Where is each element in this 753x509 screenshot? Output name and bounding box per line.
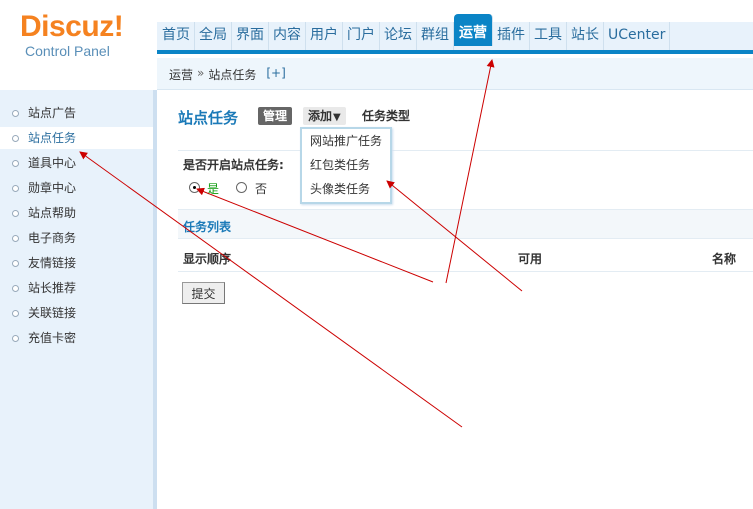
- sidebar-item-label: 站点任务: [28, 131, 77, 145]
- nav-tools[interactable]: 工具: [530, 22, 567, 50]
- breadcrumb-section[interactable]: 运营: [169, 66, 193, 83]
- nav-operation[interactable]: 运营: [454, 14, 493, 46]
- sidebar-item-label: 友情链接: [28, 256, 77, 270]
- task-list-header: 任务列表: [178, 209, 753, 239]
- sidebar-item-label: 道具中心: [28, 156, 77, 170]
- nav-portal[interactable]: 门户: [343, 22, 380, 50]
- page-title: 站点任务: [178, 109, 239, 127]
- tab-manage[interactable]: 管理: [258, 107, 293, 125]
- bullet-icon: [12, 310, 19, 317]
- sidebar-item-ecommerce[interactable]: 电子商务: [0, 227, 153, 249]
- sidebar-item-label: 站长推荐: [28, 281, 77, 295]
- sidebar-item-label: 充值卡密: [28, 331, 77, 345]
- bullet-icon: [12, 160, 19, 167]
- sidebar-item-label: 关联链接: [28, 306, 77, 320]
- sidebar-item-label: 站点广告: [28, 106, 77, 120]
- tab-task-type[interactable]: 任务类型: [362, 107, 410, 125]
- add-task-dropdown: 网站推广任务 红包类任务 头像类任务: [300, 127, 392, 204]
- nav-group[interactable]: 群组: [417, 22, 454, 50]
- bullet-icon: [12, 185, 19, 192]
- sidebar-item-label: 电子商务: [28, 231, 77, 245]
- sidebar-item-friendlinks[interactable]: 友情链接: [0, 252, 153, 274]
- dropdown-item-promote[interactable]: 网站推广任务: [302, 129, 390, 153]
- nav-content[interactable]: 内容: [269, 22, 306, 50]
- divider: [178, 271, 753, 272]
- sidebar-item-ads[interactable]: 站点广告: [0, 102, 153, 124]
- column-available: 可用: [518, 252, 543, 266]
- bullet-icon: [12, 335, 19, 342]
- nav-style[interactable]: 界面: [232, 22, 269, 50]
- radio-no[interactable]: [236, 182, 247, 193]
- divider: [178, 150, 753, 151]
- radio-no-label[interactable]: 否: [255, 180, 267, 197]
- submit-button[interactable]: 提交: [182, 282, 225, 304]
- sidebar-item-help[interactable]: 站点帮助: [0, 202, 153, 224]
- bullet-icon: [12, 110, 19, 117]
- breadcrumb: 运营 » 站点任务 [+]: [169, 66, 286, 83]
- bullet-icon: [12, 210, 19, 217]
- breadcrumb-bar: 运营 » 站点任务 [+]: [157, 58, 753, 90]
- sidebar-item-medals[interactable]: 勋章中心: [0, 177, 153, 199]
- arrow-to-nav-operation: [445, 59, 495, 284]
- nav-home[interactable]: 首页: [158, 22, 195, 50]
- dropdown-item-redpacket[interactable]: 红包类任务: [302, 153, 390, 177]
- tab-add[interactable]: 添加▼: [303, 107, 346, 125]
- enable-tasks-label: 是否开启站点任务:: [183, 158, 284, 172]
- sidebar-top: [0, 56, 157, 90]
- sidebar-item-cards[interactable]: 充值卡密: [0, 327, 153, 349]
- sidebar-item-tasks[interactable]: 站点任务: [0, 127, 153, 149]
- nav-founder[interactable]: 站长: [567, 22, 604, 50]
- radio-yes-label[interactable]: 是: [207, 180, 219, 197]
- main-nav: 首页 全局 界面 内容 用户 门户 论坛 群组 运营 插件 工具 站长 UCen…: [158, 14, 671, 50]
- sidebar-item-relatedlinks[interactable]: 关联链接: [0, 302, 153, 324]
- sidebar-item-label: 站点帮助: [28, 206, 77, 220]
- dropdown-item-avatar[interactable]: 头像类任务: [302, 177, 390, 201]
- nav-plugin[interactable]: 插件: [493, 22, 530, 50]
- chevron-down-icon: ▼: [333, 112, 341, 123]
- tab-add-label: 添加: [308, 109, 333, 123]
- sidebar-item-label: 勋章中心: [28, 181, 77, 195]
- nav-user[interactable]: 用户: [306, 22, 343, 50]
- bullet-icon: [12, 135, 19, 142]
- bullet-icon: [12, 235, 19, 242]
- add-shortcut-link[interactable]: [+]: [266, 66, 285, 83]
- breadcrumb-page: 站点任务: [208, 68, 257, 82]
- breadcrumb-separator: »: [197, 66, 205, 80]
- radio-yes[interactable]: [189, 182, 200, 193]
- sidebar-item-magic[interactable]: 道具中心: [0, 152, 153, 174]
- nav-ucenter[interactable]: UCenter: [604, 22, 671, 50]
- sidebar-item-recommend[interactable]: 站长推荐: [0, 277, 153, 299]
- bullet-icon: [12, 260, 19, 267]
- column-name: 名称: [712, 252, 737, 266]
- column-display-order: 显示顺序: [183, 252, 232, 266]
- nav-global[interactable]: 全局: [195, 22, 232, 50]
- logo-brand: Discuz!: [20, 10, 124, 43]
- nav-forum[interactable]: 论坛: [380, 22, 417, 50]
- sidebar: 站点广告 站点任务 道具中心 勋章中心 站点帮助 电子商务 友情链接 站长推荐 …: [0, 90, 157, 509]
- bullet-icon: [12, 285, 19, 292]
- task-list-title: 任务列表: [183, 220, 232, 234]
